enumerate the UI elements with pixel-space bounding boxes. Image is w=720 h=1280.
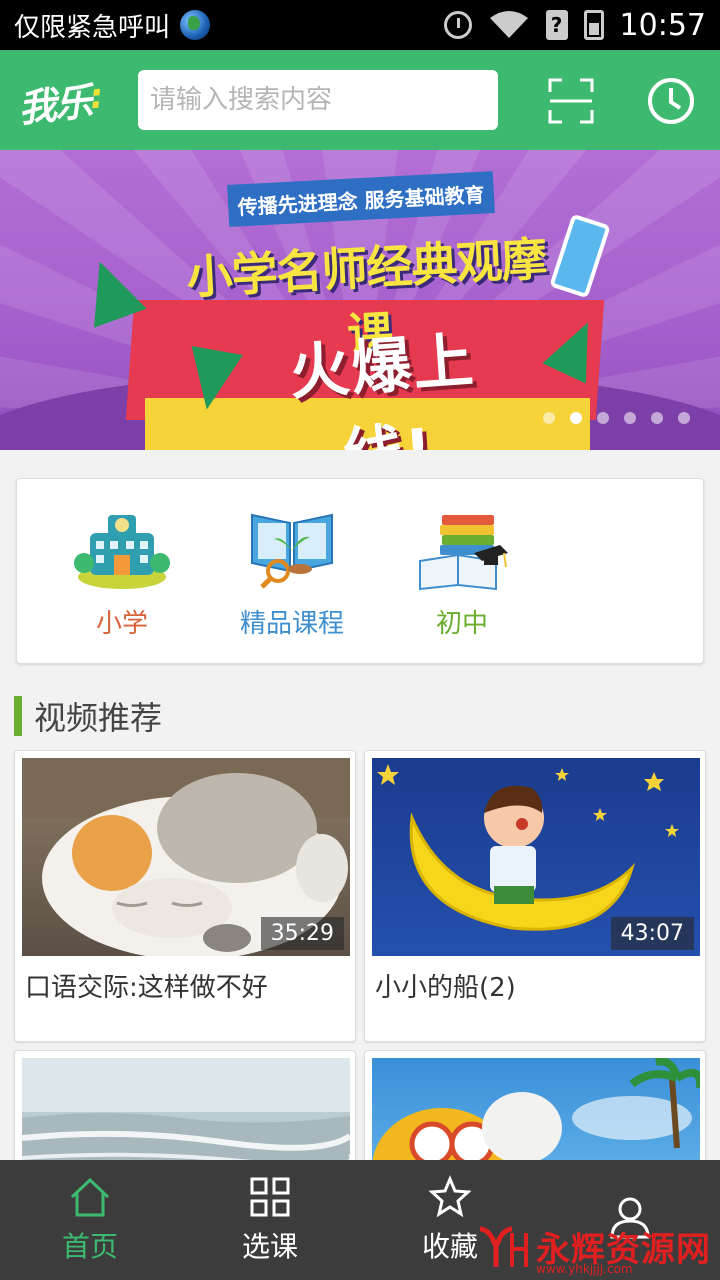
carousel-dot[interactable] xyxy=(624,412,636,424)
carousel-dot-active[interactable] xyxy=(570,412,582,424)
category-junior-high[interactable]: 初中 xyxy=(377,505,547,640)
section-header: 视频推荐 xyxy=(14,694,162,738)
home-icon xyxy=(70,1177,110,1217)
books-graduation-cap-icon xyxy=(419,515,508,591)
video-thumbnail: 43:07 xyxy=(372,758,700,956)
status-left: 仅限紧急呼叫 xyxy=(14,7,211,44)
carousel-dot[interactable] xyxy=(597,412,609,424)
category-primary-school[interactable]: 小学 xyxy=(37,505,207,640)
carrier-text: 仅限紧急呼叫 xyxy=(14,12,171,43)
watermark: 永辉资源网 www.yhkjjjj.com xyxy=(476,1222,711,1276)
globe-icon xyxy=(180,10,211,40)
clock: 10:57 xyxy=(619,7,706,43)
carousel-dot[interactable] xyxy=(678,412,690,424)
sim-icon: ? xyxy=(545,10,568,40)
status-right: ? 10:57 xyxy=(443,7,706,43)
tab-label: 选课 xyxy=(241,1230,298,1263)
alarm-icon xyxy=(443,11,472,39)
video-card[interactable]: 43:07 小小的船(2) xyxy=(364,750,706,1042)
promo-banner[interactable]: 传播先进理念 服务基础教育 小学名师经典观摩课 火爆上线! xyxy=(0,150,720,450)
tab-courses[interactable]: 选课 xyxy=(180,1160,360,1280)
video-title: 小小的船(2) xyxy=(375,973,516,1003)
watermark-url: www.yhkjjjj.com xyxy=(536,1262,633,1276)
category-card: 小学 精品课程 初中 xyxy=(16,478,704,664)
watermark-logo-icon xyxy=(479,1226,528,1267)
category-featured-course[interactable]: 精品课程 xyxy=(207,505,377,640)
battery-icon xyxy=(583,10,604,40)
category-label: 初中 xyxy=(435,609,488,639)
wifi-icon xyxy=(489,11,528,38)
tab-label: 首页 xyxy=(61,1230,118,1263)
video-thumbnail: 35:29 xyxy=(22,758,350,956)
category-label: 小学 xyxy=(95,609,148,639)
category-label: 精品课程 xyxy=(239,609,344,639)
tab-home[interactable]: 首页 xyxy=(0,1160,180,1280)
section-title: 视频推荐 xyxy=(34,699,163,737)
star-icon xyxy=(428,1175,472,1218)
search-box[interactable] xyxy=(138,70,498,130)
status-bar: 仅限紧急呼叫 ? 10:57 xyxy=(0,0,720,50)
carousel-dot[interactable] xyxy=(543,412,555,424)
logo-text: 我乐 xyxy=(16,79,93,131)
video-card[interactable]: 35:29 口语交际:这样做不好 xyxy=(14,750,356,1042)
video-title: 口语交际:这样做不好 xyxy=(25,973,268,1003)
banner-subtitle: 火爆上线! xyxy=(287,325,478,450)
carousel-dot[interactable] xyxy=(651,412,663,424)
school-building-icon xyxy=(74,515,170,589)
scan-icon[interactable] xyxy=(546,76,596,126)
history-icon[interactable] xyxy=(646,76,696,126)
search-input[interactable] xyxy=(150,85,486,115)
app-logo[interactable]: 我乐: xyxy=(15,65,117,135)
app-header: 我乐: xyxy=(0,50,720,150)
carousel-dots xyxy=(543,412,690,424)
tab-label: 收藏 xyxy=(421,1230,478,1263)
grid-icon xyxy=(250,1177,290,1217)
open-book-plant-icon xyxy=(251,513,333,589)
video-duration: 35:29 xyxy=(260,917,344,950)
video-duration: 43:07 xyxy=(610,917,694,950)
section-accent-bar xyxy=(14,696,22,736)
